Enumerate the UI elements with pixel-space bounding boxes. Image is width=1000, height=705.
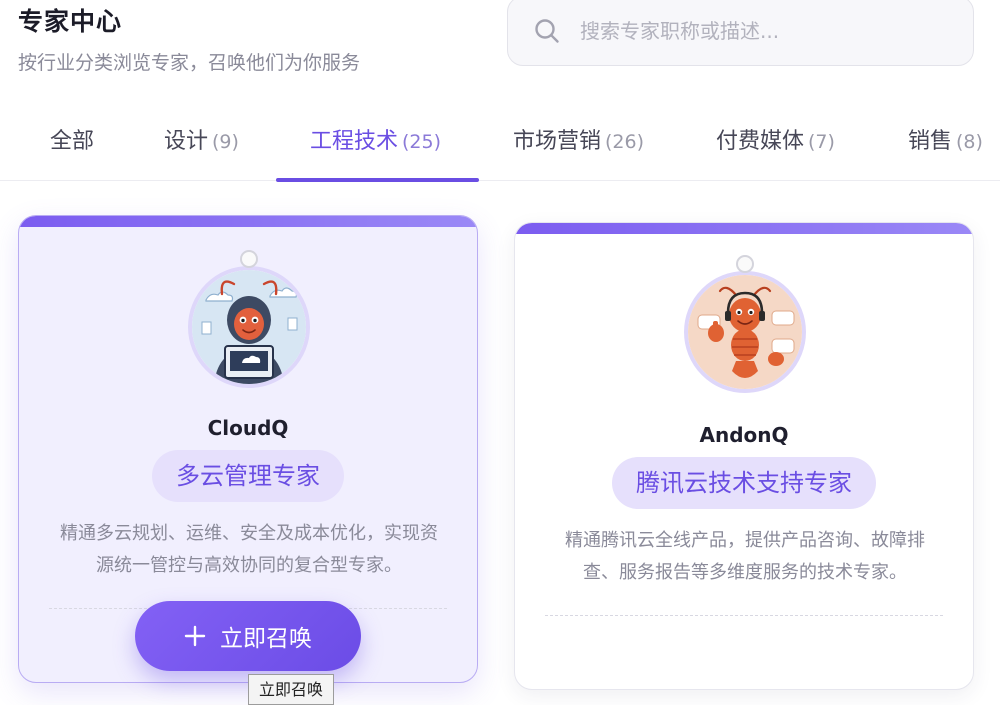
expert-description: 精通腾讯云全线产品，提供产品咨询、故障排查、服务报告等多维度服务的技术专家。 — [565, 530, 925, 583]
tab-label: 工程技术 — [310, 129, 399, 154]
tab-sales[interactable]: 销售 (8) — [908, 123, 983, 155]
lobster-support-agent-icon — [688, 275, 802, 389]
page-title: 专家中心 — [18, 7, 123, 36]
search-input[interactable] — [580, 19, 920, 43]
card-accent-bar — [19, 216, 477, 227]
tab-label: 设计 — [164, 129, 209, 154]
tab-count: (25) — [402, 131, 442, 153]
card-divider — [545, 615, 943, 616]
tab-engineering[interactable]: 工程技术 (25) — [310, 123, 441, 155]
avatar — [684, 255, 806, 393]
search-icon — [535, 19, 559, 43]
pin-icon — [736, 255, 754, 273]
tab-label: 付费媒体 — [716, 129, 805, 154]
tab-count: (26) — [605, 131, 645, 153]
tab-label: 市场营销 — [513, 129, 602, 154]
tooltip: 立即召唤 — [248, 674, 335, 705]
expert-name: AndonQ — [699, 423, 789, 447]
tab-design[interactable]: 设计 (9) — [164, 123, 239, 155]
tab-label: 销售 — [908, 129, 953, 154]
category-tabs: 全部 设计 (9) 工程技术 (25) 市场营销 (26) 付费媒体 (7) 销售 (8) — [0, 103, 1000, 182]
tab-count: (9) — [212, 131, 239, 153]
lobster-cloud-engineer-icon — [192, 270, 306, 384]
expert-name: CloudQ — [207, 416, 289, 440]
expert-card-andonq[interactable]: AndonQ 腾讯云技术支持专家 精通腾讯云全线产品，提供产品咨询、故障排查、服… — [514, 222, 974, 690]
role-badge: 多云管理专家 — [152, 450, 344, 502]
tab-count: (7) — [808, 131, 835, 153]
tab-marketing[interactable]: 市场营销 (26) — [513, 123, 644, 155]
expert-description: 精通多云规划、运维、安全及成本优化，实现资源统一管控与高效协同的复合型专家。 — [60, 523, 438, 576]
tab-label: 全部 — [50, 129, 95, 154]
tab-count: (8) — [956, 131, 983, 153]
page-subtitle: 按行业分类浏览专家，召唤他们为你服务 — [18, 52, 361, 74]
card-accent-bar — [515, 223, 973, 234]
pin-icon — [240, 250, 258, 268]
search-box[interactable] — [507, 0, 974, 66]
summon-button[interactable]: 立即召唤 — [135, 601, 361, 671]
tab-all[interactable]: 全部 — [50, 123, 94, 155]
tab-paid-media[interactable]: 付费媒体 (7) — [716, 123, 835, 155]
avatar — [188, 250, 310, 388]
active-tab-indicator — [276, 178, 479, 182]
plus-icon — [184, 625, 206, 647]
role-badge: 腾讯云技术支持专家 — [612, 457, 876, 509]
summon-button-label: 立即召唤 — [220, 626, 312, 652]
